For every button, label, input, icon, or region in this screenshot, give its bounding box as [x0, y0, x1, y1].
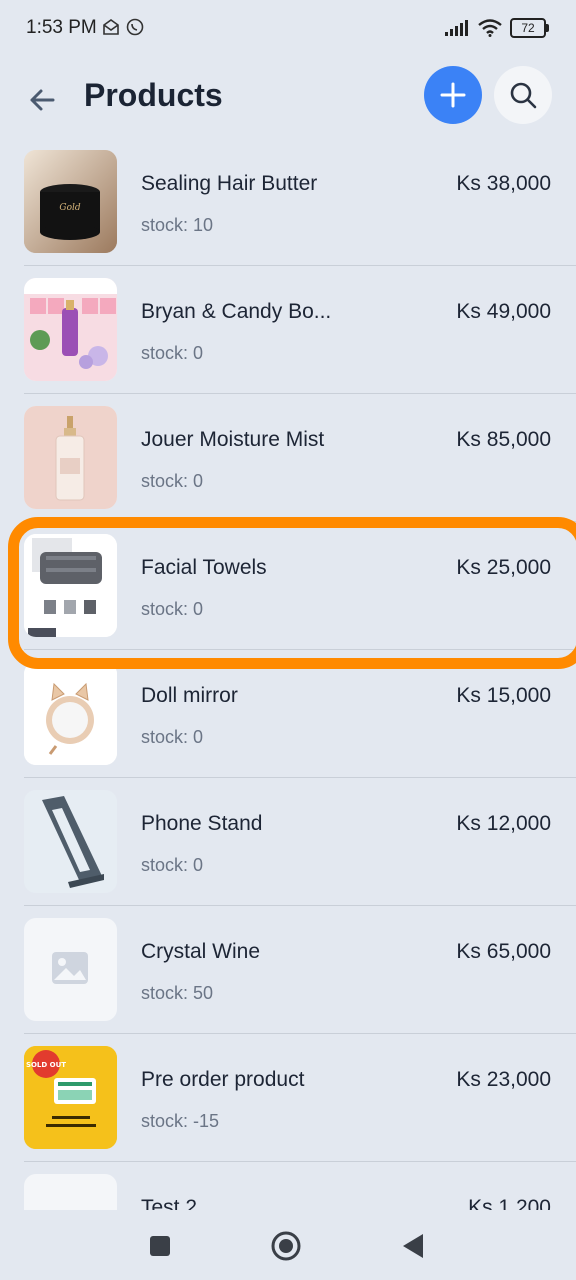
product-list[interactable]: Gold Sealing Hair Butter stock: 10 Ks 38… [0, 138, 576, 1210]
product-image [24, 534, 117, 637]
product-price: Ks 85,000 [456, 428, 551, 451]
product-image: SOLD OUT [24, 1046, 117, 1149]
home-button[interactable] [268, 1228, 304, 1264]
product-stock: stock: 0 [141, 343, 204, 363]
product-image [24, 790, 117, 893]
product-stock: stock: 0 [141, 727, 204, 747]
product-price: Ks 1,200 [468, 1196, 551, 1210]
product-image [24, 662, 117, 765]
product-stock: stock: 50 [141, 983, 214, 1003]
product-row[interactable]: Doll mirror stock: 0 Ks 15,000 [0, 650, 576, 778]
product-price: Ks 23,000 [456, 1068, 551, 1091]
product-thumbnail [24, 278, 117, 381]
product-thumbnail [24, 534, 117, 637]
product-image [24, 406, 117, 509]
home-circle-icon [271, 1231, 301, 1261]
product-name: Crystal Wine [141, 940, 261, 963]
status-notification-icons [102, 18, 144, 36]
product-row[interactable]: Test 2 Ks 1,200 [0, 1162, 576, 1210]
sold-out-badge: SOLD OUT [26, 1061, 66, 1069]
product-row[interactable]: Bryan & Candy Bo... stock: 0 Ks 49,000 [0, 266, 576, 394]
product-row[interactable]: Gold Sealing Hair Butter stock: 10 Ks 38… [0, 138, 576, 266]
back-button[interactable] [22, 80, 62, 120]
product-stock: stock: -15 [141, 1111, 220, 1131]
arrow-left-icon [30, 89, 55, 111]
product-stock: stock: 0 [141, 471, 204, 491]
add-product-button[interactable] [424, 66, 482, 124]
product-thumbnail: Gold [24, 150, 117, 253]
product-row[interactable]: Facial Towels stock: 0 Ks 25,000 [0, 522, 576, 650]
product-price: Ks 25,000 [456, 556, 551, 579]
mail-icon [103, 19, 119, 35]
product-name: Facial Towels [141, 556, 267, 579]
product-name: Jouer Moisture Mist [141, 428, 325, 451]
status-time: 1:53 PM [26, 17, 97, 38]
wifi-icon [478, 19, 502, 37]
product-stock: stock: 0 [141, 599, 204, 619]
product-image: Gold [24, 150, 117, 253]
product-name: Pre order product [141, 1068, 305, 1091]
product-name: Phone Stand [141, 812, 263, 835]
recent-apps-button[interactable] [142, 1228, 178, 1264]
status-system-icons: 72 [444, 18, 549, 38]
app-header: Products [0, 60, 576, 144]
product-price: Ks 15,000 [456, 684, 551, 707]
product-price: Ks 12,000 [456, 812, 551, 835]
page-title: Products [84, 77, 223, 113]
triangle-back-icon [403, 1234, 423, 1258]
product-row[interactable]: SOLD OUT Pre order product stock: -15 Ks… [0, 1034, 576, 1162]
product-name: Doll mirror [141, 684, 238, 707]
product-row[interactable]: Jouer Moisture Mist stock: 0 Ks 85,000 [0, 394, 576, 522]
plus-icon [440, 82, 466, 108]
product-thumbnail [24, 406, 117, 509]
product-thumbnail [24, 1174, 117, 1210]
status-bar: 1:53 PM 72 [0, 0, 576, 60]
search-icon [510, 82, 537, 109]
square-icon [150, 1236, 170, 1256]
product-row[interactable]: Phone Stand stock: 0 Ks 12,000 [0, 778, 576, 906]
product-stock: stock: 0 [141, 855, 204, 875]
signal-icon [445, 20, 468, 36]
search-button[interactable] [494, 66, 552, 124]
product-thumbnail [24, 790, 117, 893]
product-image [24, 278, 117, 381]
product-price: Ks 38,000 [456, 172, 551, 195]
product-row[interactable]: Crystal Wine stock: 50 Ks 65,000 [0, 906, 576, 1034]
battery-indicator: 72 [510, 18, 549, 38]
product-thumbnail [24, 662, 117, 765]
product-name: Bryan & Candy Bo... [141, 300, 332, 323]
product-stock: stock: 10 [141, 215, 214, 235]
product-price: Ks 65,000 [456, 940, 551, 963]
product-thumbnail: SOLD OUT [24, 1046, 117, 1149]
product-thumbnail [24, 918, 117, 1021]
viber-icon [126, 18, 144, 36]
system-navigation-bar [0, 1210, 576, 1280]
product-name: Test 2 [141, 1196, 198, 1210]
product-price: Ks 49,000 [456, 300, 551, 323]
system-back-button[interactable] [394, 1228, 430, 1264]
product-name: Sealing Hair Butter [141, 172, 318, 195]
image-placeholder-icon [52, 952, 88, 984]
svg-text:Gold: Gold [59, 203, 80, 213]
